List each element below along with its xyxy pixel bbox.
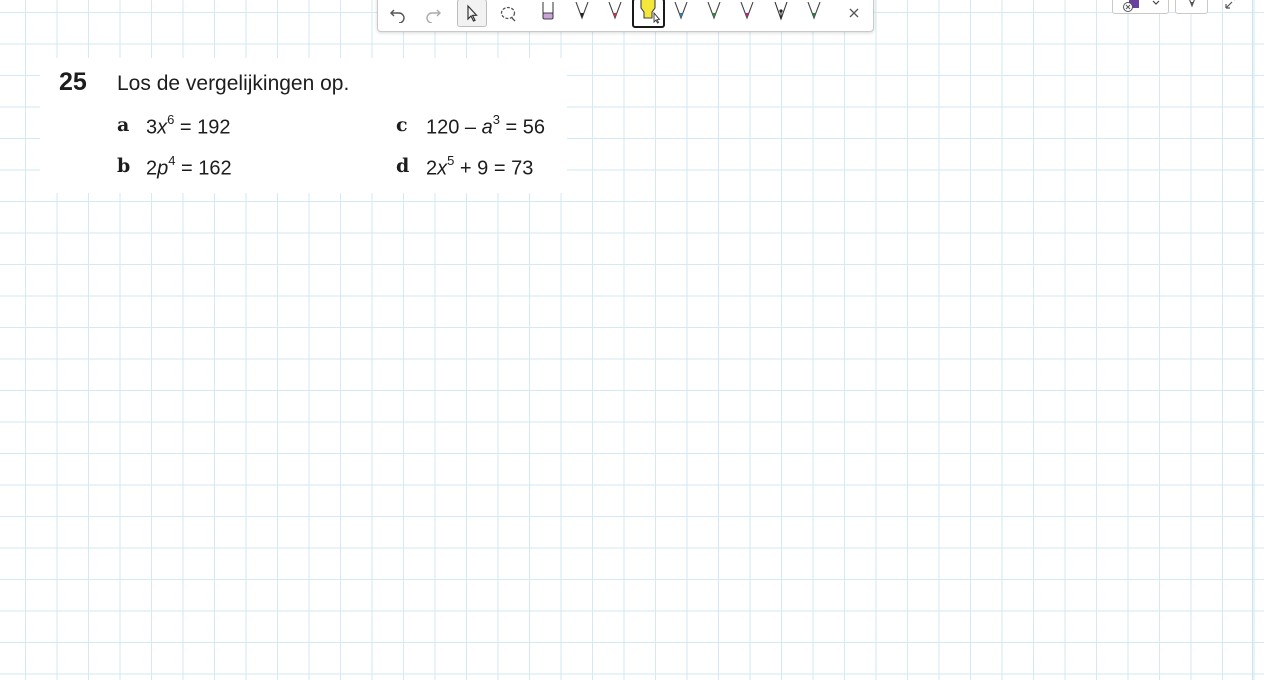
equation-a-exp: 6 bbox=[167, 112, 175, 127]
equation-a-var: x bbox=[157, 116, 168, 139]
eraser-tool-button[interactable] bbox=[533, 0, 563, 27]
page-edge bbox=[1252, 0, 1253, 680]
select-pointer-icon bbox=[467, 4, 478, 22]
chevron-down-icon bbox=[1152, 0, 1160, 5]
equation-a-coef: 3 bbox=[146, 116, 158, 139]
pen-darkgreen-button[interactable] bbox=[799, 0, 829, 27]
color-swatch-icon bbox=[1123, 0, 1139, 12]
equation-b-exp: 4 bbox=[168, 153, 176, 168]
pen-red-button[interactable] bbox=[600, 0, 630, 27]
redo-icon bbox=[426, 9, 441, 23]
exercise-instruction: Los de vergelijkingen op. bbox=[117, 72, 350, 95]
equation-c-exp: 3 bbox=[492, 112, 500, 127]
ink-toolbar bbox=[377, 0, 874, 32]
equation-b-var: p bbox=[157, 157, 169, 180]
expand-icon[interactable] bbox=[1224, 0, 1240, 10]
part-letter-d: d bbox=[396, 155, 410, 177]
color-picker-button[interactable] bbox=[1112, 0, 1169, 14]
equation-d-var: x bbox=[437, 157, 448, 180]
pen-magenta-icon bbox=[740, 2, 754, 20]
fountain-pen-button[interactable] bbox=[766, 0, 796, 27]
redo-button[interactable] bbox=[418, 0, 448, 27]
equation-b: 2p4 = 162 bbox=[146, 153, 232, 181]
equation-a-rest: = 192 bbox=[174, 116, 231, 139]
equation-d-exp: 5 bbox=[447, 153, 455, 168]
pen-icon bbox=[1189, 0, 1195, 8]
equation-d-coef: 2 bbox=[426, 157, 438, 180]
pen-settings-button[interactable] bbox=[1175, 0, 1208, 14]
part-letter-c: c bbox=[396, 114, 408, 136]
pen-black-icon bbox=[575, 2, 589, 20]
pen-green-icon bbox=[707, 2, 721, 20]
pen-blue-icon bbox=[674, 2, 688, 20]
highlighter-yellow-icon bbox=[639, 0, 660, 24]
highlighter-yellow-button[interactable] bbox=[632, 0, 665, 28]
select-tool-button[interactable] bbox=[457, 0, 487, 27]
equation-c-rest: = 56 bbox=[499, 116, 546, 139]
equation-a: 3x6 = 192 bbox=[146, 112, 231, 140]
undo-icon bbox=[390, 9, 405, 23]
close-icon bbox=[849, 8, 859, 18]
equation-d: 2x5 + 9 = 73 bbox=[426, 153, 534, 181]
pen-black-button[interactable] bbox=[567, 0, 597, 27]
part-letter-a: a bbox=[117, 114, 130, 136]
equation-d-rest: + 9 = 73 bbox=[454, 157, 534, 180]
equation-c-pre: 120 – bbox=[426, 116, 482, 139]
pen-magenta-button[interactable] bbox=[732, 0, 762, 27]
equation-c: 120 – a3 = 56 bbox=[426, 112, 546, 140]
part-letter-b: b bbox=[117, 155, 131, 177]
equation-c-var: a bbox=[481, 116, 493, 139]
pen-red-icon bbox=[608, 2, 622, 20]
fountain-pen-icon bbox=[774, 2, 788, 21]
equation-b-coef: 2 bbox=[146, 157, 158, 180]
lasso-icon bbox=[500, 6, 516, 22]
pen-blue-button[interactable] bbox=[666, 0, 696, 27]
exercise-card: 25 Los de vergelijkingen op. a 3x6 = 192… bbox=[40, 58, 567, 193]
undo-button[interactable] bbox=[383, 0, 413, 27]
lasso-tool-button[interactable] bbox=[494, 0, 524, 27]
pen-darkgreen-icon bbox=[807, 2, 821, 20]
exercise-number: 25 bbox=[59, 68, 87, 96]
close-toolbar-button[interactable] bbox=[839, 0, 869, 27]
equation-b-rest: = 162 bbox=[175, 157, 232, 180]
pen-green-button[interactable] bbox=[699, 0, 729, 27]
eraser-icon bbox=[542, 2, 554, 20]
